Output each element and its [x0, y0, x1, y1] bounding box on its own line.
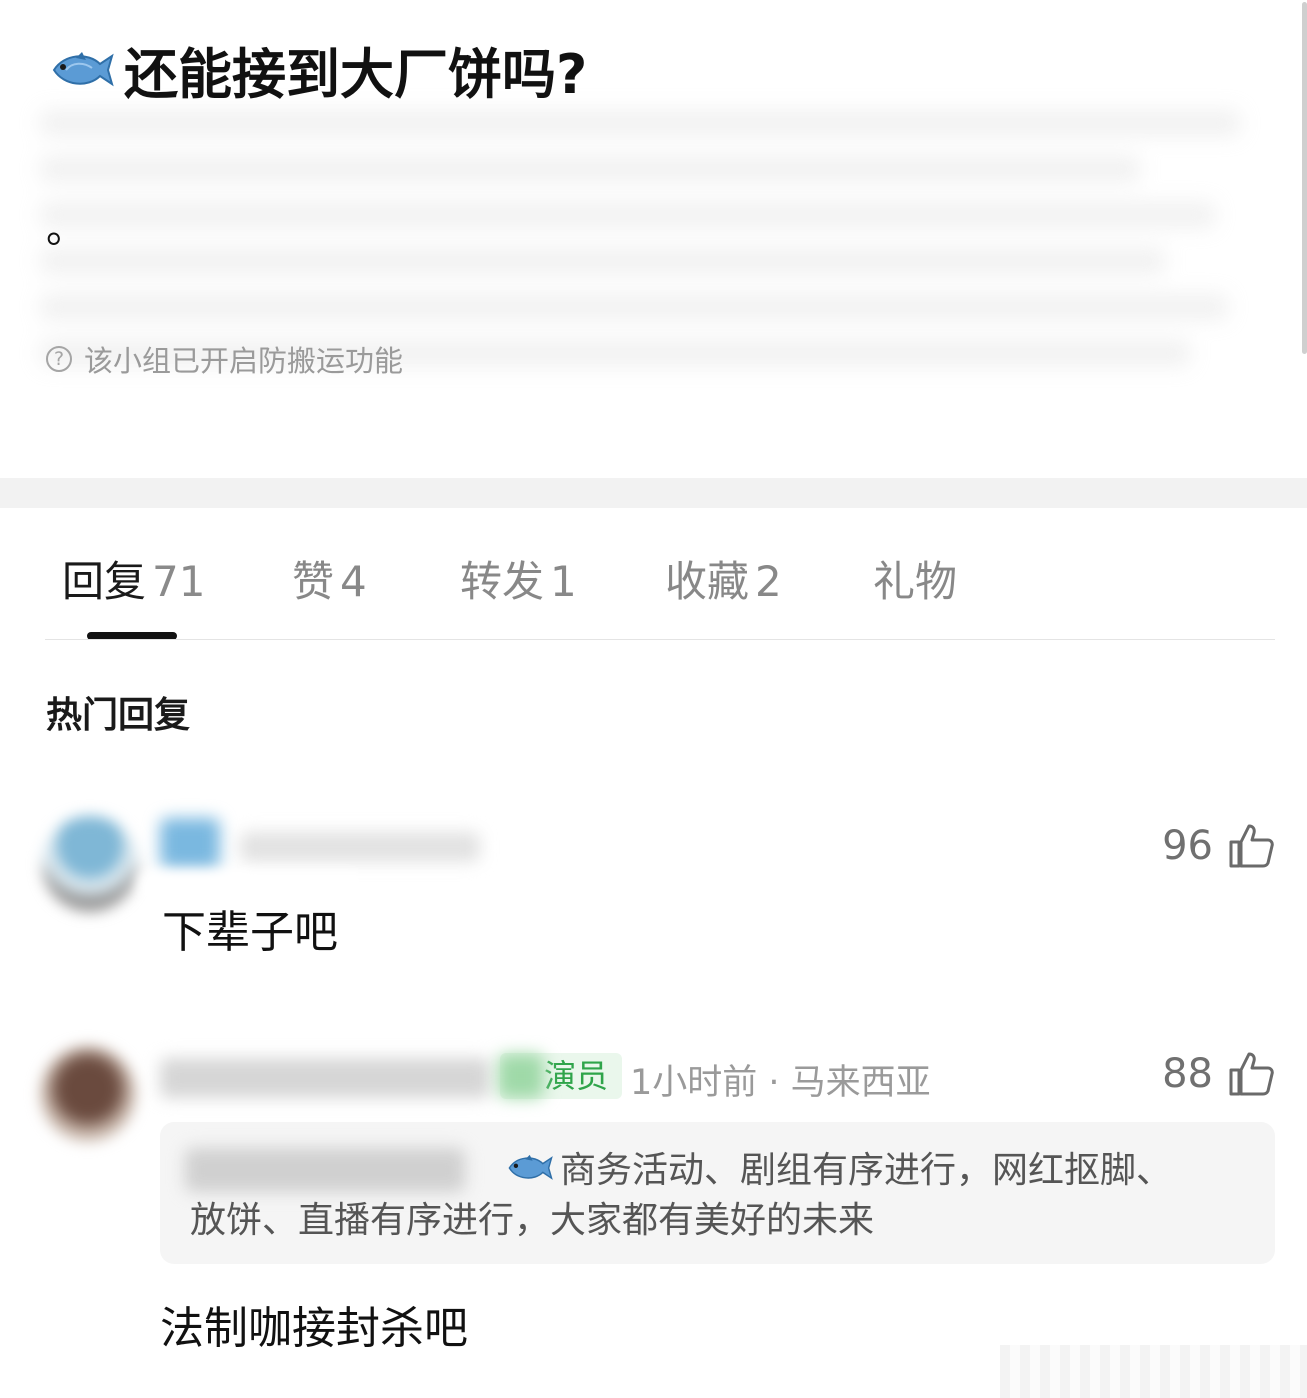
- fish-icon: [52, 51, 114, 86]
- scrollbar[interactable]: [1302, 2, 1307, 354]
- watermark-strip: [1000, 1345, 1307, 1398]
- tab-label: 转发: [460, 557, 545, 606]
- tab-count: 1: [550, 557, 577, 606]
- comment-meta: [240, 832, 480, 862]
- username[interactable]: [160, 1058, 490, 1098]
- quoted-username: [185, 1148, 465, 1192]
- anti-repost-notice[interactable]: ? 该小组已开启防搬运功能: [46, 338, 403, 380]
- fish-icon: [508, 1154, 553, 1180]
- quoted-text-line2: 放饼、直播有序进行，大家都有美好的未来: [190, 1200, 875, 1241]
- tab-favorites[interactable]: 收藏 2: [665, 548, 782, 609]
- like-count: 88: [1162, 1051, 1213, 1097]
- tab-label: 赞: [292, 557, 335, 606]
- tab-gifts[interactable]: 礼物: [873, 548, 957, 609]
- post-title: 还能接到大厂饼吗?: [48, 30, 587, 109]
- like-count: 96: [1162, 823, 1213, 869]
- tab-bar: 回复 71 赞4 转发 1 收藏 2 礼物: [0, 508, 1307, 640]
- avatar[interactable]: [40, 1046, 136, 1142]
- avatar[interactable]: [42, 816, 138, 912]
- tab-count: 71: [152, 557, 206, 606]
- notice-text: 该小组已开启防搬运功能: [84, 344, 404, 378]
- username[interactable]: [160, 818, 220, 868]
- post-title-text: 还能接到大厂饼吗?: [124, 43, 588, 106]
- like-button[interactable]: 96: [1162, 822, 1275, 870]
- tab-count: 4: [340, 557, 367, 606]
- tab-label: 收藏: [665, 557, 750, 606]
- blurred-post-text: [40, 90, 1290, 470]
- section-divider: [0, 478, 1307, 508]
- like-button[interactable]: 88: [1162, 1050, 1275, 1098]
- quoted-text-line1: 商务活动、剧组有序进行，网红抠脚、: [560, 1150, 1173, 1191]
- tab-reposts[interactable]: 转发 1: [460, 548, 577, 609]
- blurred-overlay: [140, 872, 360, 898]
- tab-label: 回复: [62, 557, 147, 606]
- tab-replies[interactable]: 回复 71: [62, 548, 205, 609]
- badge-label: 演员: [544, 1057, 609, 1095]
- post-body-text: 。: [46, 206, 86, 252]
- comment-meta: 1小时前 · 马来西亚: [630, 1063, 931, 1103]
- tab-label: 礼物: [873, 557, 958, 606]
- thumbs-up-icon: [1229, 1052, 1274, 1096]
- badge-level-blur: [498, 1054, 544, 1098]
- comment-text: 法制咖接封杀吧: [160, 1303, 468, 1354]
- question-icon: ?: [46, 346, 72, 372]
- tabs-underline: [45, 639, 1275, 640]
- post-detail-page: 还能接到大厂饼吗? 。 ? 该小组已开启防搬运功能 回复 71 赞4 转发 1 收藏…: [0, 0, 1307, 1398]
- hot-replies-heading: 热门回复: [46, 695, 191, 736]
- comment-text: 下辈子吧: [162, 907, 338, 958]
- post-content: 还能接到大厂饼吗? 。 ? 该小组已开启防搬运功能: [0, 0, 1307, 478]
- thumbs-up-icon: [1229, 824, 1274, 868]
- tab-likes[interactable]: 赞4: [292, 548, 367, 609]
- tab-count: 2: [755, 557, 782, 606]
